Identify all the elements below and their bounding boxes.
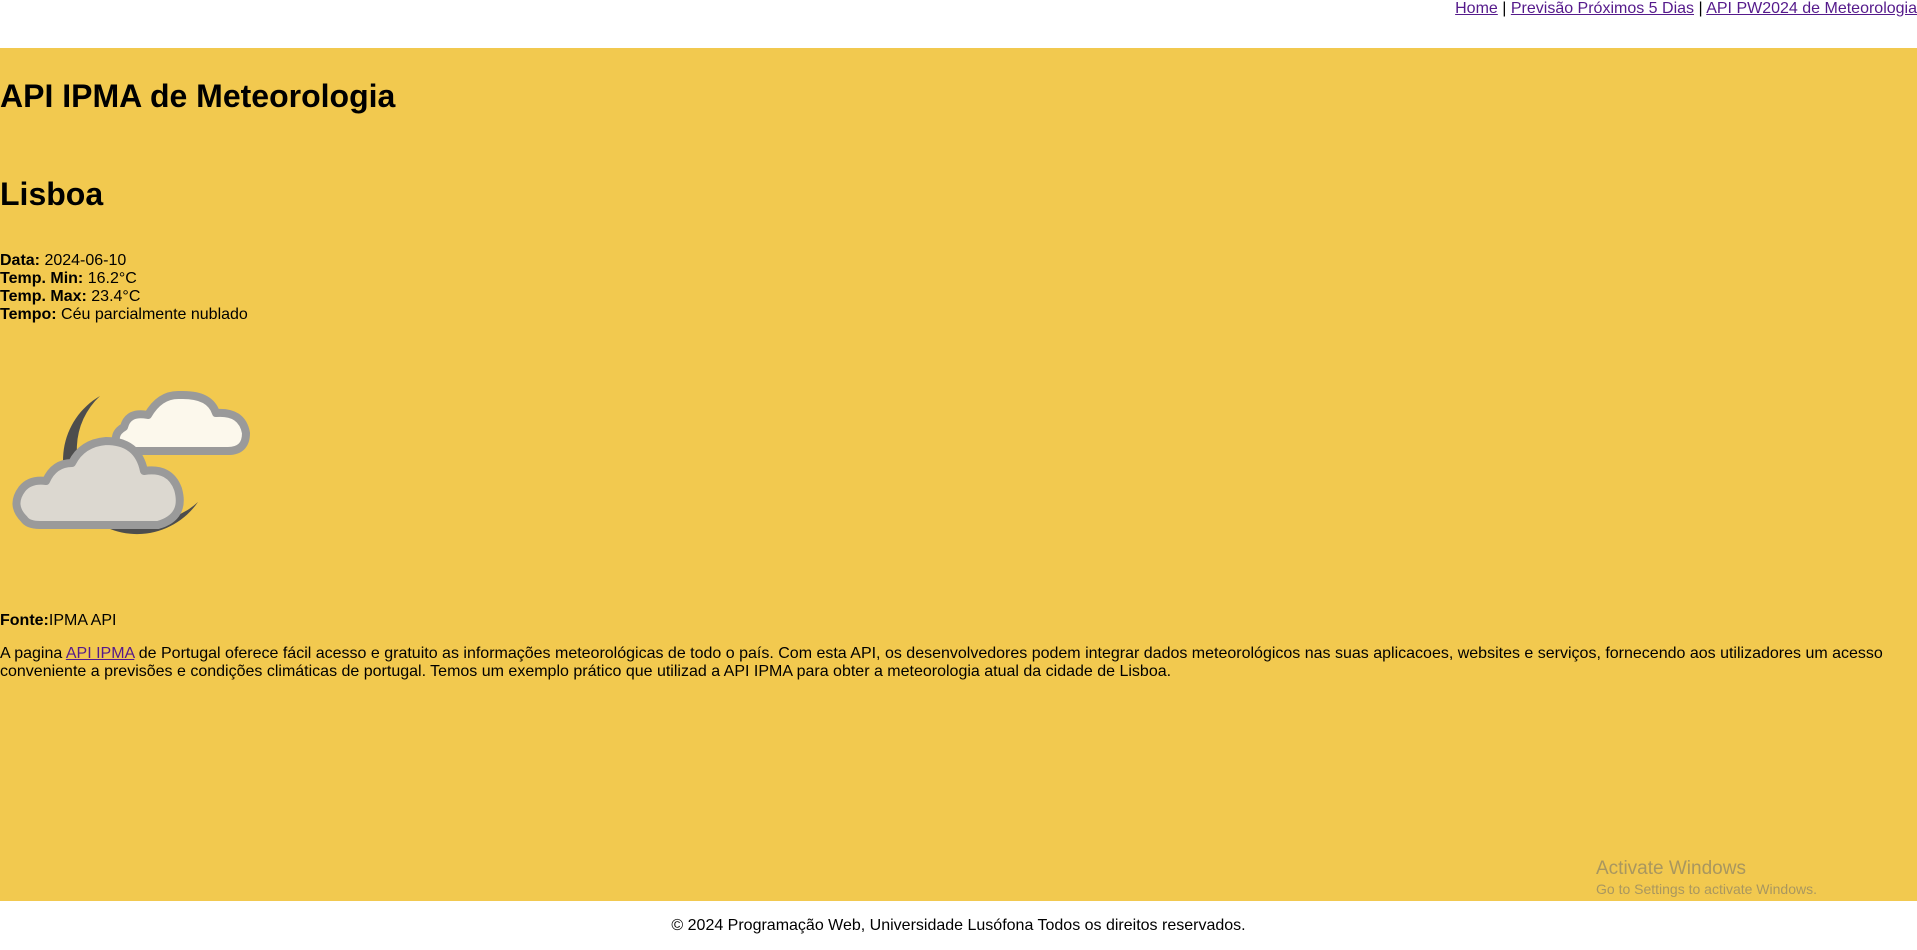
source-line: Fonte:IPMA API xyxy=(0,612,116,630)
footer: © 2024 Programação Web, Universidade Lus… xyxy=(0,901,1917,950)
api-ipma-link[interactable]: API IPMA xyxy=(66,645,134,662)
nav-separator: | xyxy=(1694,0,1707,17)
nav-link-api[interactable]: API PW2024 de Meteorologia xyxy=(1706,0,1917,17)
watermark-title: Activate Windows xyxy=(1596,858,1746,879)
temp-max-row: Temp. Max: 23.4°C xyxy=(0,288,248,306)
date-label: Data: xyxy=(0,252,41,269)
weather-desc-value: Céu parcialmente nublado xyxy=(56,306,248,323)
main-content: API IPMA de Meteorologia Lisboa Data: 20… xyxy=(0,48,1917,901)
weather-desc-label: Tempo: xyxy=(0,306,57,323)
top-navigation: Home | Previsão Próximos 5 Dias | API PW… xyxy=(1455,0,1917,48)
weather-info: Data: 2024-06-10 Temp. Min: 16.2°C Temp.… xyxy=(0,252,248,324)
description-text: de Portugal oferece fácil acesso e gratu… xyxy=(0,645,1883,680)
watermark-subtitle: Go to Settings to activate Windows. xyxy=(1596,881,1817,897)
date-value: 2024-06-10 xyxy=(40,252,127,269)
nav-link-home[interactable]: Home xyxy=(1455,0,1498,17)
nav-separator: | xyxy=(1497,0,1511,17)
weather-desc-row: Tempo: Céu parcialmente nublado xyxy=(0,306,248,324)
temp-min-value: 16.2°C xyxy=(83,270,137,287)
city-name: Lisboa xyxy=(0,176,104,212)
partly-cloudy-night-icon xyxy=(12,390,250,535)
temp-min-row: Temp. Min: 16.2°C xyxy=(0,270,248,288)
nav-link-forecast[interactable]: Previsão Próximos 5 Dias xyxy=(1511,0,1694,17)
source-value: IPMA API xyxy=(48,612,117,629)
page-title: API IPMA de Meteorologia xyxy=(0,78,396,114)
source-label: Fonte: xyxy=(0,612,49,629)
temp-max-value: 23.4°C xyxy=(86,288,141,305)
date-row: Data: 2024-06-10 xyxy=(0,252,248,270)
temp-min-label: Temp. Min: xyxy=(0,270,84,287)
description-paragraph: A pagina API IPMA de Portugal oferece fá… xyxy=(0,645,1910,681)
temp-max-label: Temp. Max: xyxy=(0,288,87,305)
footer-text: © 2024 Programação Web, Universidade Lus… xyxy=(671,917,1246,934)
description-prefix: A pagina xyxy=(0,645,66,662)
windows-activation-watermark: Activate Windows Go to Settings to activ… xyxy=(1596,858,1817,898)
